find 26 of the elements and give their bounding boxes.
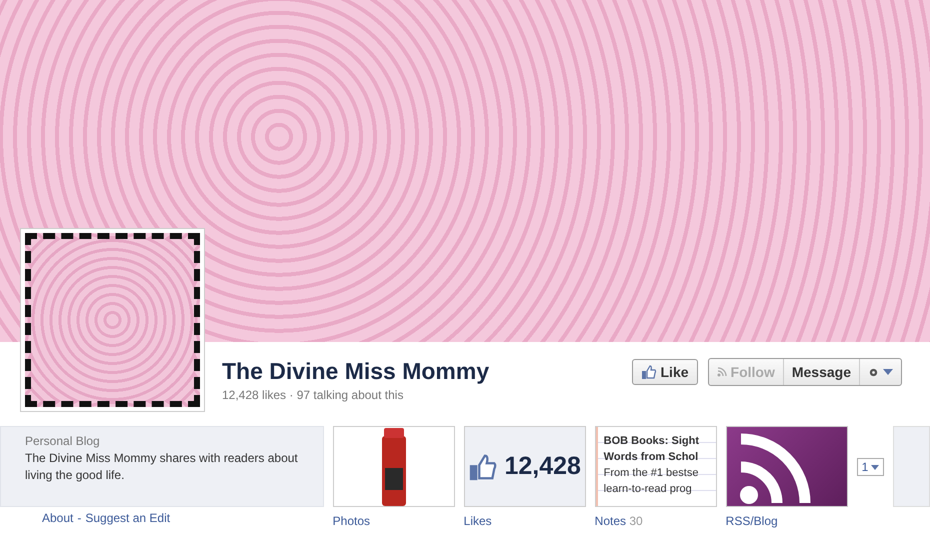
app-link[interactable]: Notes 30 [594, 514, 717, 528]
app-link[interactable]: Likes [464, 514, 586, 528]
app-link[interactable]: RSS/Blog [726, 514, 848, 528]
caret-icon [883, 369, 893, 375]
rss-icon [716, 367, 727, 377]
thumbs-up-icon [468, 452, 498, 482]
app-tile[interactable] [893, 426, 930, 507]
about-link[interactable]: Suggest an Edit [85, 511, 170, 525]
thumbs-up-icon [640, 364, 656, 380]
page-category: Personal Blog [25, 433, 101, 450]
caret-icon [871, 464, 880, 470]
page-description: The Divine Miss Mommy shares with readers about living the good life. [25, 450, 299, 484]
app-tile[interactable] [332, 426, 455, 507]
app-tile[interactable] [726, 426, 848, 507]
link-separator: - [77, 511, 82, 525]
app-tile[interactable]: BOB Books: Sight Words from Schol From the #1 bestse learn-to-read prog [594, 426, 717, 507]
more-apps-button[interactable]: 1 [856, 458, 884, 476]
app-link[interactable]: Photos [332, 514, 455, 528]
about-link[interactable]: About [42, 511, 74, 525]
page-stats: 12,428 likes · 97 talking about this [222, 388, 404, 402]
likes-count: 12,428 [504, 452, 581, 481]
app-tile[interactable]: 12,428 [464, 426, 586, 507]
message-button[interactable]: Message [784, 359, 860, 385]
like-button[interactable]: Like [632, 359, 698, 385]
page-name: The Divine Miss Mommy [222, 358, 490, 385]
settings-icon [868, 366, 879, 378]
